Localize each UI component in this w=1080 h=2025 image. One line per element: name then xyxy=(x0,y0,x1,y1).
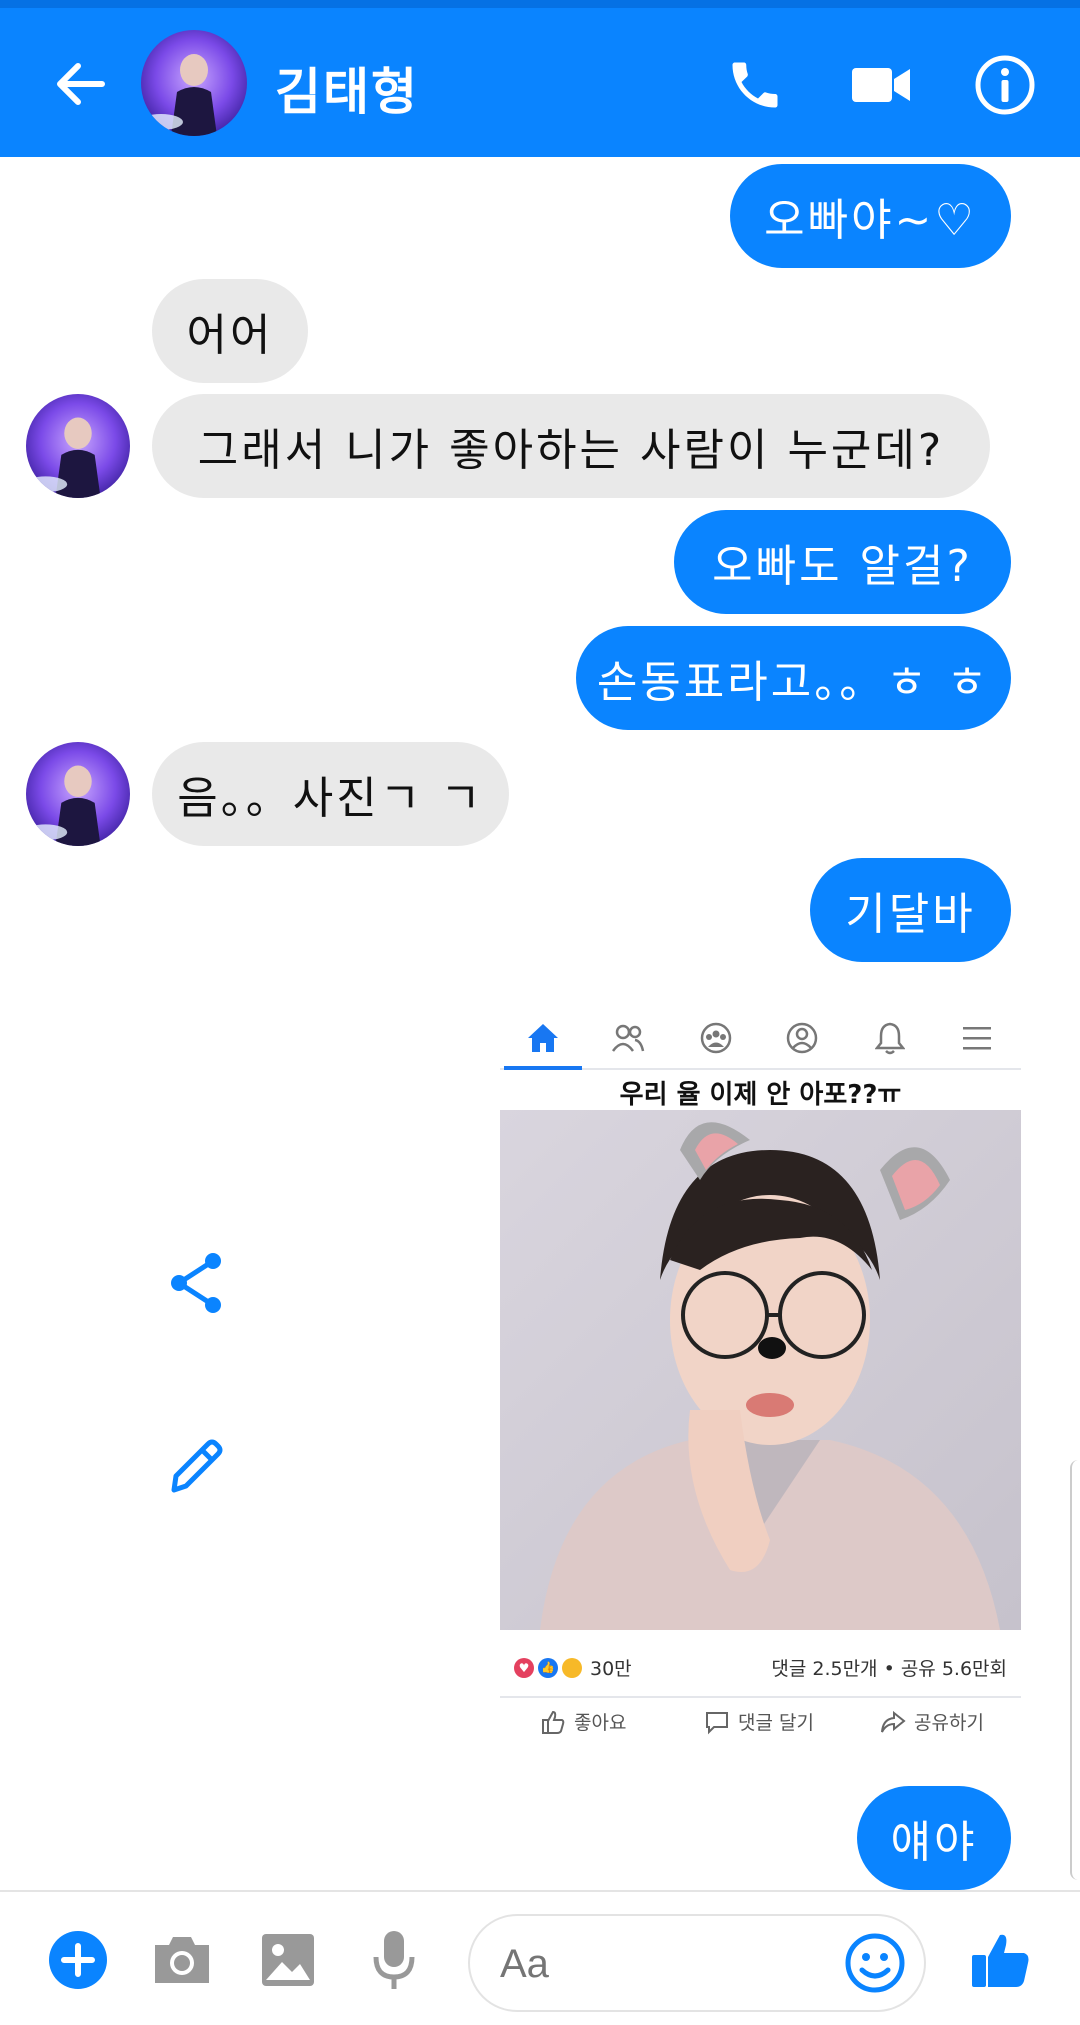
profile-icon xyxy=(782,1018,822,1058)
contact-avatar[interactable] xyxy=(141,30,247,136)
post-caption: 우리 율 이제 안 아포??ㅠ xyxy=(619,1080,902,1110)
phone-icon[interactable] xyxy=(722,52,788,118)
contact-avatar-small[interactable] xyxy=(26,394,130,498)
gallery-image-icon[interactable] xyxy=(256,1928,320,1992)
thumbs-up-icon[interactable] xyxy=(968,1928,1032,1992)
scroll-indicator[interactable] xyxy=(1070,1460,1080,1880)
message-input-box[interactable] xyxy=(468,1914,926,2012)
haha-reaction-icon xyxy=(562,1657,582,1678)
shared-post-image[interactable]: 우리 율 이제 안 아포??ㅠ ♥ 👍 30만 댓글 2.5만개 • 공유 5.… xyxy=(500,1000,1021,1752)
edit-pencil-icon[interactable] xyxy=(162,1430,232,1500)
share-arrow-icon xyxy=(881,1710,906,1732)
message-bubble-sent[interactable]: 얘야 xyxy=(857,1786,1011,1890)
message-input[interactable] xyxy=(500,1936,800,1992)
message-bubble-sent[interactable]: 손동표라고。。ㅎ ㅎ xyxy=(576,626,1011,730)
chat-header: 김태형 xyxy=(0,0,1080,157)
comment-icon xyxy=(706,1711,728,1734)
microphone-icon[interactable] xyxy=(362,1928,426,1992)
camera-icon[interactable] xyxy=(150,1928,214,1992)
share-icon[interactable] xyxy=(162,1248,232,1318)
message-bubble-received[interactable]: 그래서 니가 좋아하는 사람이 누군데? xyxy=(152,394,990,498)
message-bubble-sent[interactable]: 기달바 xyxy=(810,858,1011,962)
like-reaction-icon: 👍 xyxy=(538,1657,558,1678)
comments-shares-count: 댓글 2.5만개 • 공유 5.6만회 xyxy=(771,1658,1007,1680)
messenger-chat-screen: 김태형 오빠야~♡ 어어 그래서 니가 좋아하는 사람이 누군데? 오빠도 알걸… xyxy=(0,0,1080,2025)
love-reaction-icon: ♥ xyxy=(514,1657,534,1678)
like-action: 좋아요 xyxy=(540,1708,626,1735)
comment-action: 댓글 달기 xyxy=(704,1708,814,1735)
contact-name: 김태형 xyxy=(275,63,419,121)
plus-icon[interactable] xyxy=(46,1928,110,1992)
post-photo xyxy=(500,1110,1021,1630)
emoji-icon[interactable] xyxy=(844,1932,906,1994)
message-bubble-received[interactable]: 음。。사진ㄱ ㄱ xyxy=(152,742,509,846)
post-stats: ♥ 👍 30만 댓글 2.5만개 • 공유 5.6만회 xyxy=(500,1648,1021,1688)
menu-icon xyxy=(957,1018,997,1058)
thumbs-up-outline-icon xyxy=(542,1710,565,1734)
status-bar-strip xyxy=(0,0,1080,8)
message-bubble-sent[interactable]: 오빠야~♡ xyxy=(730,164,1011,268)
fb-active-tab-indicator xyxy=(504,1066,582,1070)
bell-icon xyxy=(870,1018,910,1058)
share-action: 공유하기 xyxy=(880,1708,984,1735)
fb-nav-bar xyxy=(500,1000,1021,1070)
groups-icon xyxy=(696,1018,736,1058)
contact-avatar-small[interactable] xyxy=(26,742,130,846)
info-icon[interactable] xyxy=(972,52,1038,118)
post-action-bar: 좋아요 댓글 달기 공유하기 xyxy=(500,1696,1021,1748)
video-call-icon[interactable] xyxy=(848,52,914,118)
home-icon xyxy=(523,1018,563,1058)
message-composer xyxy=(0,1890,1080,2025)
message-bubble-sent[interactable]: 오빠도 알걸? xyxy=(674,510,1011,614)
friends-icon xyxy=(608,1018,648,1058)
back-arrow-icon[interactable] xyxy=(48,52,112,116)
message-bubble-received[interactable]: 어어 xyxy=(152,279,308,383)
reactions-count: 30만 xyxy=(590,1658,632,1680)
